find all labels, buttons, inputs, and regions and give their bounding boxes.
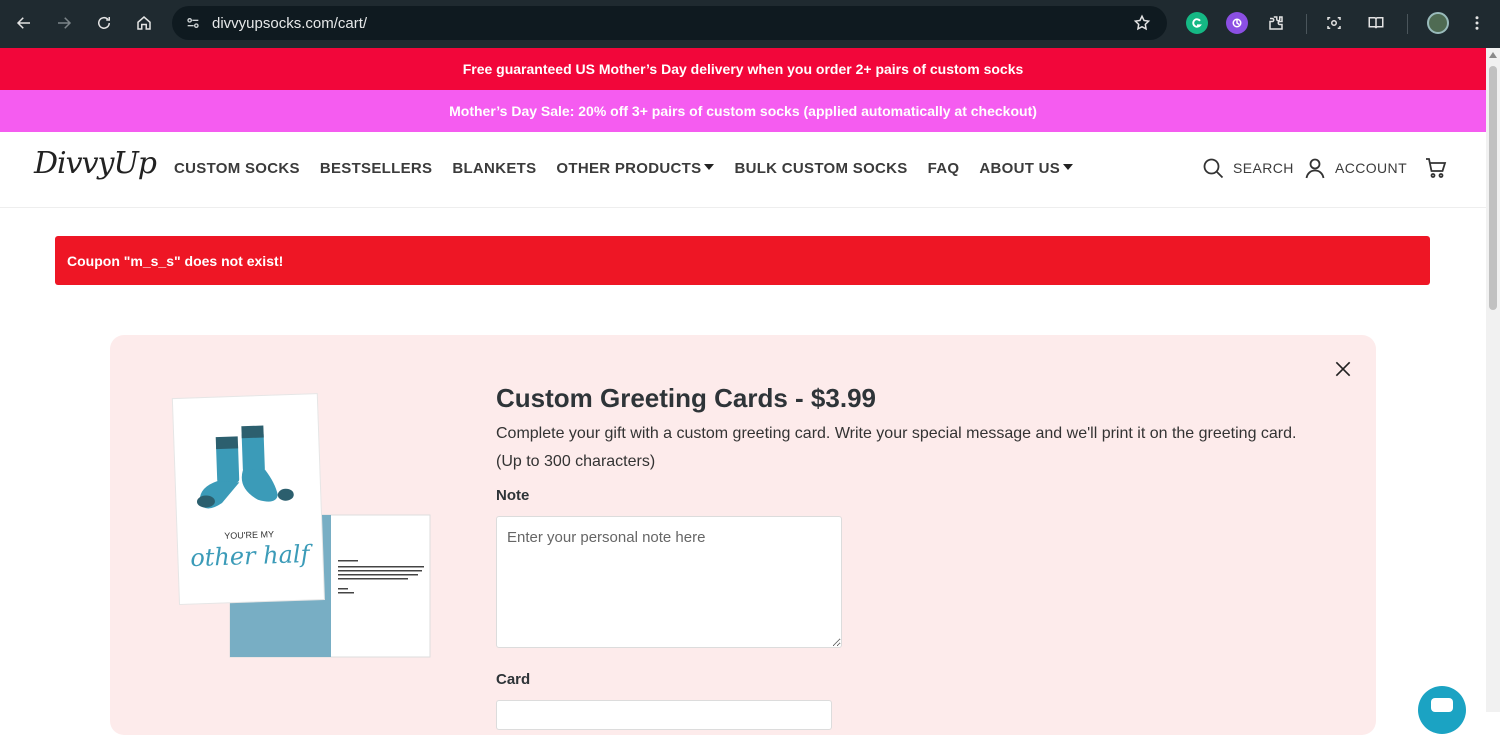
greeting-card-illustration: YOU'RE MY other half: [171, 393, 431, 658]
cart-button[interactable]: [1424, 156, 1448, 180]
chat-icon: [1431, 698, 1453, 712]
chat-launcher-button[interactable]: [1418, 686, 1466, 734]
nav-label: CUSTOM SOCKS: [174, 160, 300, 177]
reading-mode-icon[interactable]: [1365, 12, 1387, 34]
forward-icon[interactable]: [44, 3, 84, 43]
nav-faq[interactable]: FAQ: [928, 160, 960, 177]
greeting-card-description: Complete your gift with a custom greetin…: [496, 425, 1297, 470]
card-label: Card: [496, 671, 531, 688]
nav-blankets[interactable]: BLANKETS: [452, 160, 536, 177]
promo-sale-text: Mother’s Day Sale: 20% off 3+ pairs of c…: [449, 103, 1037, 119]
extension-purple-icon[interactable]: [1226, 12, 1248, 34]
nav-other-products[interactable]: OTHER PRODUCTS: [556, 160, 715, 177]
address-bar[interactable]: divvyupsocks.com/cart/: [172, 6, 1167, 40]
scroll-up-arrow-icon[interactable]: [1489, 52, 1497, 58]
nav-bulk-custom-socks[interactable]: BULK CUSTOM SOCKS: [734, 160, 907, 177]
scrollbar-thumb[interactable]: [1489, 66, 1497, 310]
cart-icon: [1426, 158, 1447, 178]
more-menu-icon[interactable]: [1466, 12, 1488, 34]
account-label: ACCOUNT: [1335, 160, 1408, 176]
promo-banner-delivery: Free guaranteed US Mother’s Day delivery…: [0, 48, 1486, 90]
card-text-other-half: other half: [190, 540, 314, 572]
caret-down-icon: [1063, 163, 1074, 170]
nav-label: BESTSELLERS: [319, 160, 433, 177]
greeting-card-title: Custom Greeting Cards - $3.99: [496, 383, 876, 413]
toolbar-divider: [1407, 14, 1408, 34]
nav-about-us[interactable]: ABOUT US: [979, 160, 1074, 177]
nav-label: FAQ: [927, 160, 960, 177]
nav-label: OTHER PRODUCTS: [556, 160, 702, 177]
url-text: divvyupsocks.com/cart/: [212, 14, 368, 32]
site-settings-icon[interactable]: [184, 14, 202, 32]
home-icon[interactable]: [124, 3, 164, 43]
note-textarea[interactable]: [496, 516, 842, 648]
nav-label: BLANKETS: [452, 160, 537, 177]
back-icon[interactable]: [4, 3, 44, 43]
browser-toolbar: divvyupsocks.com/cart/: [0, 0, 1500, 48]
note-label: Note: [496, 487, 530, 504]
site-header: DivvyUp CUSTOM SOCKS BESTSELLERS BLANKET…: [0, 132, 1486, 208]
nav-label: ABOUT US: [979, 160, 1061, 177]
close-icon: [1335, 361, 1351, 377]
card-text-youre-my: YOU'RE MY: [224, 529, 274, 541]
search-button[interactable]: SEARCH: [1201, 156, 1294, 180]
toolbar-divider: [1306, 14, 1307, 34]
main-nav: CUSTOM SOCKS BESTSELLERS BLANKETS OTHER …: [174, 160, 1074, 177]
screenshot-icon[interactable]: [1323, 12, 1345, 34]
divvyup-logo[interactable]: DivvyUp: [34, 146, 157, 181]
nav-label: BULK CUSTOM SOCKS: [734, 160, 908, 177]
profile-avatar-icon[interactable]: [1427, 12, 1449, 34]
promo-banner-sale: Mother’s Day Sale: 20% off 3+ pairs of c…: [0, 90, 1486, 132]
extension-grammarly-icon[interactable]: [1186, 12, 1208, 34]
page-scrollbar[interactable]: [1486, 48, 1500, 712]
nav-bestsellers[interactable]: BESTSELLERS: [320, 160, 432, 177]
coupon-error-alert: Coupon "m_s_s" does not exist!: [55, 236, 1430, 285]
alert-message: Coupon "m_s_s" does not exist!: [67, 252, 284, 269]
search-icon: [1203, 158, 1224, 179]
promo-delivery-text: Free guaranteed US Mother’s Day delivery…: [462, 61, 1024, 77]
extensions-puzzle-icon[interactable]: [1265, 12, 1287, 34]
bookmark-star-icon[interactable]: [1133, 14, 1151, 32]
reload-icon[interactable]: [84, 3, 124, 43]
user-icon: [1305, 158, 1325, 179]
account-button[interactable]: ACCOUNT: [1303, 156, 1407, 180]
card-select[interactable]: [496, 700, 832, 730]
greeting-card-image: YOU'RE MY other half: [170, 392, 435, 662]
close-button[interactable]: [1330, 356, 1356, 382]
caret-down-icon: [704, 163, 715, 170]
nav-custom-socks[interactable]: CUSTOM SOCKS: [174, 160, 300, 177]
search-label: SEARCH: [1233, 160, 1294, 176]
